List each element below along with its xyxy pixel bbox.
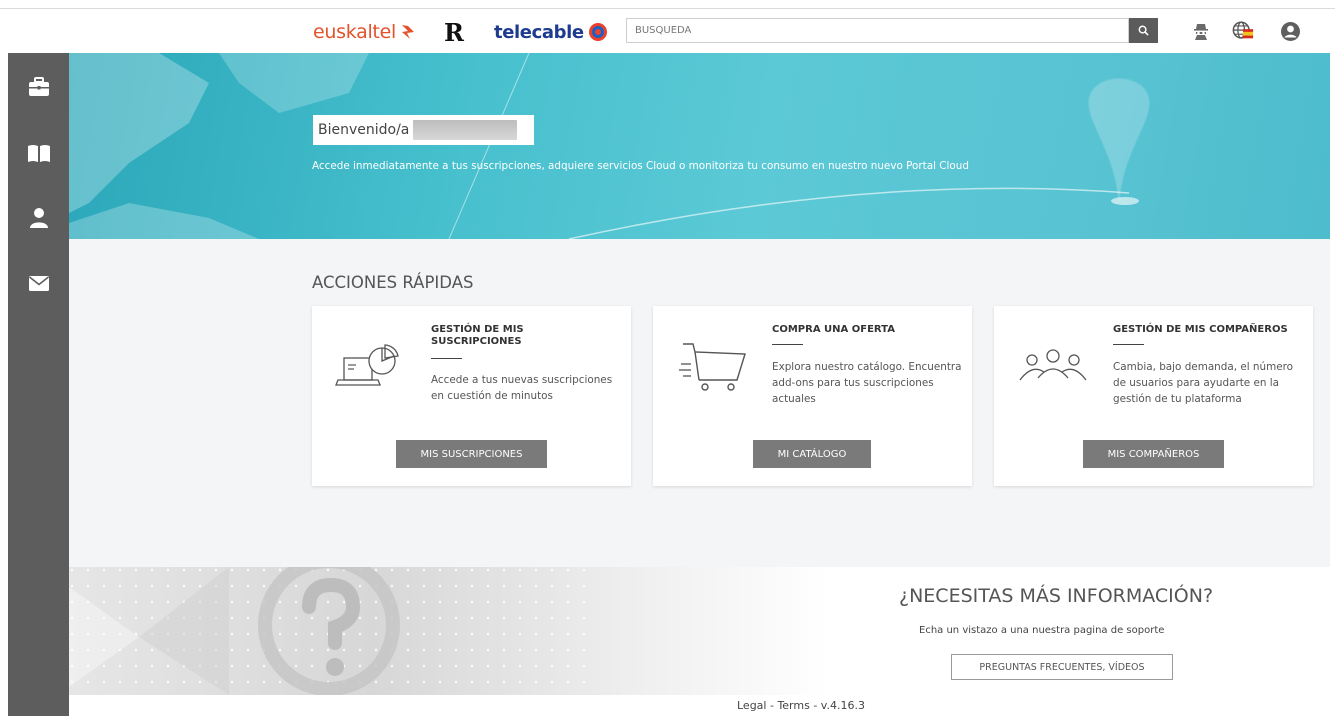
r-logo[interactable]: R <box>444 17 464 47</box>
sidebar-item-services[interactable] <box>8 65 69 109</box>
card-description: Explora nuestro catálogo. Encuentra add-… <box>772 361 962 405</box>
user-name-redacted <box>413 120 518 140</box>
search-input[interactable] <box>626 18 1129 43</box>
card-description: Cambia, bajo demanda, el número de usuar… <box>1113 361 1294 405</box>
sidebar-item-users[interactable] <box>8 196 69 240</box>
welcome-text: Bienvenido/a <box>318 122 410 138</box>
euskaltel-logo-text: euskaltel <box>313 21 396 43</box>
search-icon <box>1138 25 1149 36</box>
support-subtitle: Echa un vistazo a una nuestra pagina de … <box>919 625 1165 636</box>
card-subscriptions: GESTIÓN DE MIS SUSCRIPCIONES Accede a tu… <box>312 306 631 486</box>
book-icon <box>27 145 50 162</box>
banner-subtitle: Accede inmediatamente a tus suscripcione… <box>312 160 969 172</box>
sidebar-item-messages[interactable] <box>8 261 69 305</box>
euskaltel-mark-icon <box>401 25 414 39</box>
euskaltel-logo[interactable]: euskaltel <box>313 19 417 45</box>
card-divider <box>772 344 803 345</box>
card-title: GESTIÓN DE MIS COMPAÑEROS <box>1113 324 1288 335</box>
briefcase-icon <box>28 77 49 96</box>
globe-language-icon <box>1232 21 1254 39</box>
support-title: ¿NECESITAS MÁS INFORMACIÓN? <box>899 585 1214 607</box>
card-divider <box>431 358 462 359</box>
my-catalog-button[interactable]: MI CATÁLOGO <box>753 440 871 468</box>
people-group-icon <box>1019 349 1087 381</box>
language-selector[interactable] <box>1232 20 1254 42</box>
my-subscriptions-button[interactable]: MIS SUSCRIPCIONES <box>396 440 547 468</box>
user-icon <box>29 208 48 228</box>
quick-actions-title: ACCIONES RÁPIDAS <box>312 273 474 292</box>
left-sidebar <box>8 53 69 716</box>
envelope-icon <box>28 275 49 291</box>
question-mark-art <box>69 567 589 695</box>
app-root: euskaltel R telecable BÚSQUEDA Bienvenid… <box>0 0 1335 716</box>
telecable-logo-text: telecable <box>494 21 584 43</box>
main-content: ACCIONES RÁPIDAS GESTIÓN DE MIS SUSCRIPC… <box>69 239 1330 567</box>
footer: Legal - Terms - v.4.16.3 <box>69 695 1335 716</box>
user-secret-button[interactable] <box>1190 20 1212 42</box>
laptop-chart-icon <box>335 344 399 386</box>
sidebar-item-catalog[interactable] <box>8 131 69 175</box>
telecable-mark-icon <box>588 23 607 41</box>
card-colleagues: GESTIÓN DE MIS COMPAÑEROS Cambia, bajo d… <box>994 306 1313 486</box>
support-section: ¿NECESITAS MÁS INFORMACIÓN? Echa un vist… <box>69 567 1330 695</box>
card-title: GESTIÓN DE MIS SUSCRIPCIONES <box>431 324 524 347</box>
card-title: COMPRA UNA OFERTA <box>772 324 895 335</box>
card-divider <box>1113 344 1144 345</box>
faq-videos-button[interactable]: PREGUNTAS FRECUENTES, VÍDEOS <box>951 654 1173 680</box>
my-colleagues-button[interactable]: MIS COMPAÑEROS <box>1083 440 1224 468</box>
user-secret-icon <box>1194 24 1208 40</box>
footer-links[interactable]: Legal - Terms - v.4.16.3 <box>737 699 865 712</box>
user-menu-button[interactable] <box>1279 20 1301 42</box>
user-circle-icon <box>1280 21 1300 41</box>
card-buy-offer: COMPRA UNA OFERTA Explora nuestro catálo… <box>653 306 972 486</box>
welcome-box: Bienvenido/a <box>313 115 534 145</box>
search-button[interactable] <box>1129 18 1158 43</box>
banner-background-art <box>69 53 1151 239</box>
telecable-logo[interactable]: telecable <box>494 19 608 45</box>
header: euskaltel R telecable <box>0 9 1335 53</box>
welcome-banner: Bienvenido/a Accede inmediatamente a tus… <box>69 53 1330 239</box>
card-description: Accede a tus nuevas suscripciones en cue… <box>431 374 613 402</box>
support-background-art <box>69 567 829 695</box>
shopping-cart-icon <box>679 343 746 391</box>
r-logo-text: R <box>444 17 464 47</box>
